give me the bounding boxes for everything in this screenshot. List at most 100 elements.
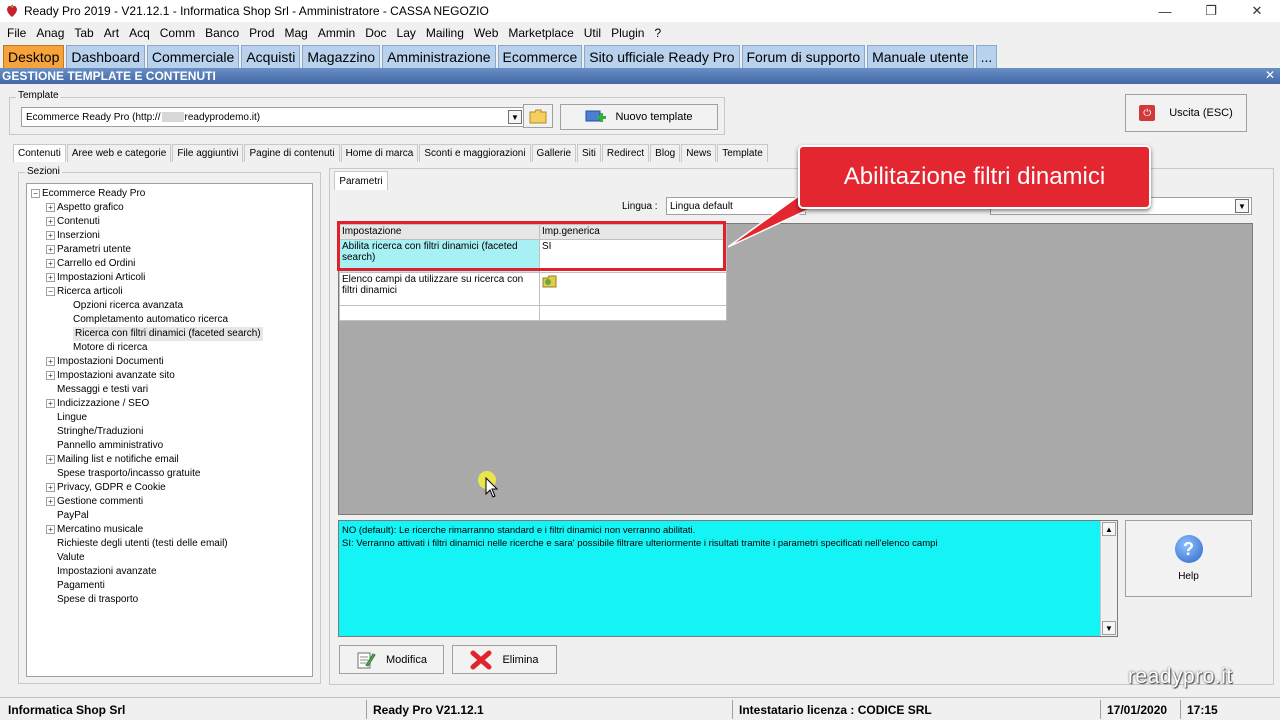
tab-amministrazione[interactable]: Amministrazione [382, 45, 496, 68]
menu-item-util[interactable]: Util [584, 26, 601, 40]
expand-icon[interactable]: + [46, 525, 55, 534]
dropdown-arrow-icon[interactable]: ▼ [508, 110, 522, 124]
new-template-button[interactable]: Nuovo template [560, 104, 718, 130]
exit-button[interactable]: ⏻ Uscita (ESC) [1125, 94, 1247, 132]
collapse-icon[interactable]: − [31, 189, 40, 198]
tab-pagine-contenuti[interactable]: Pagine di contenuti [244, 144, 340, 162]
minimize-button[interactable]: — [1142, 0, 1188, 22]
menu-item-banco[interactable]: Banco [205, 26, 239, 40]
tree-item[interactable]: + Contenuti [27, 215, 312, 229]
tree-item[interactable]: + Gestione commenti [27, 495, 312, 509]
tree-item[interactable]: − Ricerca articoli [27, 285, 312, 299]
tree-item[interactable]: Motore di ricerca [27, 341, 312, 355]
tab-forum-supporto[interactable]: Forum di supporto [741, 45, 866, 68]
menu-item-mailing[interactable]: Mailing [426, 26, 464, 40]
menu-item-art[interactable]: Art [104, 26, 119, 40]
edit-list-icon[interactable] [542, 274, 558, 288]
scroll-down-icon[interactable]: ▼ [1102, 621, 1116, 635]
value-cell[interactable] [539, 305, 727, 321]
menu-item-anag[interactable]: Anag [36, 26, 64, 40]
menu-item-doc[interactable]: Doc [365, 26, 386, 40]
tab-home-marca[interactable]: Home di marca [340, 144, 419, 162]
tree-item[interactable]: + Privacy, GDPR e Cookie [27, 481, 312, 495]
tab-gallerie[interactable]: Gallerie [531, 144, 577, 162]
tree-item[interactable]: Richieste degli utenti (testi delle emai… [27, 537, 312, 551]
expand-icon[interactable]: + [46, 203, 55, 212]
tab-dashboard[interactable]: Dashboard [66, 45, 145, 68]
help-button[interactable]: ? Help [1125, 520, 1252, 597]
tab-more[interactable]: ... [975, 45, 998, 68]
menu-item-comm[interactable]: Comm [160, 26, 195, 40]
expand-icon[interactable]: + [46, 399, 55, 408]
expand-icon[interactable]: + [46, 497, 55, 506]
tree-item[interactable]: Messaggi e testi vari [27, 383, 312, 397]
expand-icon[interactable]: + [46, 357, 55, 366]
tree-item[interactable]: + Carrello ed Ordini [27, 257, 312, 271]
tree-item[interactable]: Opzioni ricerca avanzata [27, 299, 312, 313]
expand-icon[interactable]: + [46, 273, 55, 282]
menu-item-plugin[interactable]: Plugin [611, 26, 644, 40]
tab-acquisti[interactable]: Acquisti [241, 45, 301, 68]
expand-icon[interactable]: + [46, 245, 55, 254]
tree-item[interactable]: Stringhe/Traduzioni [27, 425, 312, 439]
menu-item-web[interactable]: Web [474, 26, 498, 40]
tree-item[interactable]: Spese trasporto/incasso gratuite [27, 467, 312, 481]
tree-item[interactable]: PayPal [27, 509, 312, 523]
tab-file-aggiuntivi[interactable]: File aggiuntivi [172, 144, 244, 162]
tree-item[interactable]: + Impostazioni Documenti [27, 355, 312, 369]
tree-item[interactable]: Ricerca con filtri dinamici (faceted sea… [27, 327, 312, 341]
tree-item[interactable]: + Impostazioni Articoli [27, 271, 312, 285]
tree-item[interactable]: Pagamenti [27, 579, 312, 593]
menu-item-prod[interactable]: Prod [249, 26, 274, 40]
tab-desktop[interactable]: Desktop [3, 45, 65, 68]
expand-icon[interactable]: + [46, 371, 55, 380]
tab-blog[interactable]: Blog [650, 144, 681, 162]
tab-aree-web[interactable]: Aree web e categorie [66, 144, 172, 162]
template-dropdown[interactable]: Ecommerce Ready Pro (http:// readyprodem… [21, 107, 525, 127]
tree-item[interactable]: + Parametri utente [27, 243, 312, 257]
expand-icon[interactable]: + [46, 455, 55, 464]
tree-item[interactable]: Spese di trasporto [27, 593, 312, 607]
close-window-button[interactable]: ✕ [1234, 0, 1280, 22]
tree-item[interactable]: − Ecommerce Ready Pro [27, 187, 312, 201]
setting-cell[interactable]: Elenco campi da utilizzare su ricerca co… [339, 272, 540, 306]
tab-redirect[interactable]: Redirect [601, 144, 650, 162]
collapse-icon[interactable]: − [46, 287, 55, 296]
tree-item[interactable]: + Impostazioni avanzate sito [27, 369, 312, 383]
expand-icon[interactable]: + [46, 231, 55, 240]
tree-item[interactable]: Valute [27, 551, 312, 565]
description-scrollbar[interactable]: ▲ ▼ [1100, 521, 1117, 636]
tree-item[interactable]: + Mercatino musicale [27, 523, 312, 537]
tab-siti[interactable]: Siti [577, 144, 601, 162]
tree-item[interactable]: + Aspetto grafico [27, 201, 312, 215]
menu-item-marketplace[interactable]: Marketplace [508, 26, 573, 40]
tab-ecommerce[interactable]: Ecommerce [497, 45, 583, 68]
open-folder-button[interactable] [523, 104, 553, 128]
tree-item[interactable]: Lingue [27, 411, 312, 425]
tab-news[interactable]: News [681, 144, 717, 162]
menu-item-acq[interactable]: Acq [129, 26, 150, 40]
tab-sconti[interactable]: Sconti e maggiorazioni [419, 144, 531, 162]
tree-item[interactable]: Completamento automatico ricerca [27, 313, 312, 327]
menu-item-help[interactable]: ? [654, 26, 661, 40]
table-row[interactable]: Elenco campi da utilizzare su ricerca co… [339, 272, 727, 306]
tab-template[interactable]: Template [717, 144, 768, 162]
dropdown-arrow-icon[interactable]: ▼ [1235, 199, 1249, 213]
tab-sito-ufficiale[interactable]: Sito ufficiale Ready Pro [584, 45, 740, 68]
menu-item-lay[interactable]: Lay [397, 26, 416, 40]
table-row[interactable] [339, 305, 727, 321]
tree-item[interactable]: + Inserzioni [27, 229, 312, 243]
modifica-button[interactable]: Modifica [339, 645, 444, 674]
menu-item-ammin[interactable]: Ammin [318, 26, 355, 40]
expand-icon[interactable]: + [46, 217, 55, 226]
tree-item[interactable]: + Indicizzazione / SEO [27, 397, 312, 411]
tab-parametri[interactable]: Parametri [334, 171, 388, 190]
tree-item[interactable]: Pannello amministrativo [27, 439, 312, 453]
value-cell[interactable] [539, 272, 727, 306]
tab-manuale-utente[interactable]: Manuale utente [867, 45, 974, 68]
tab-magazzino[interactable]: Magazzino [302, 45, 381, 68]
close-section-button[interactable]: ✕ [1265, 68, 1275, 82]
setting-cell[interactable] [339, 305, 540, 321]
tree-item[interactable]: + Mailing list e notifiche email [27, 453, 312, 467]
elimina-button[interactable]: Elimina [452, 645, 557, 674]
